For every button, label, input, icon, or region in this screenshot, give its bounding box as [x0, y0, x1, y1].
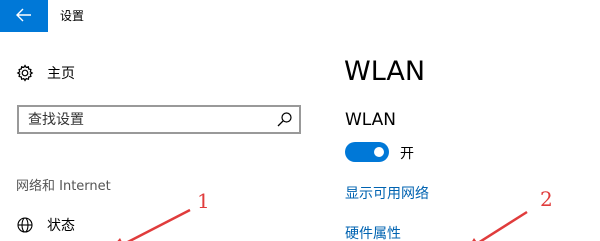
annotation-marker-1: 1 — [197, 189, 210, 213]
hardware-properties-link[interactable]: 硬件属性 — [345, 223, 401, 241]
toggle-state-label: 开 — [400, 146, 414, 162]
annotation-arrow-1 — [127, 208, 191, 241]
back-button[interactable] — [0, 0, 48, 32]
search-input[interactable] — [19, 107, 278, 132]
wlan-toggle[interactable] — [345, 142, 389, 162]
show-available-networks-link[interactable]: 显示可用网络 — [345, 183, 429, 203]
page-title: WLAN — [344, 56, 426, 87]
sidebar-item-label: 主页 — [47, 66, 75, 82]
settings-window: 设置 主页 网络和 Internet — [0, 0, 600, 241]
toggle-knob — [374, 147, 384, 157]
globe-icon — [16, 216, 34, 234]
section-heading: 网络和 Internet — [16, 179, 111, 194]
annotation-arrow-2 — [478, 210, 528, 241]
title-bar: 设置 — [0, 0, 600, 32]
window-title: 设置 — [60, 9, 85, 23]
sidebar-item-label: 状态 — [47, 218, 75, 234]
sidebar-item-status[interactable]: 状态 — [16, 214, 75, 236]
search-box[interactable] — [17, 105, 301, 134]
arrow-left-icon — [16, 7, 32, 26]
gear-icon — [16, 64, 34, 82]
sidebar-item-home[interactable]: 主页 — [16, 62, 75, 84]
annotation-marker-2: 2 — [540, 187, 553, 211]
search-icon[interactable] — [276, 111, 293, 128]
wlan-heading: WLAN — [345, 110, 397, 130]
